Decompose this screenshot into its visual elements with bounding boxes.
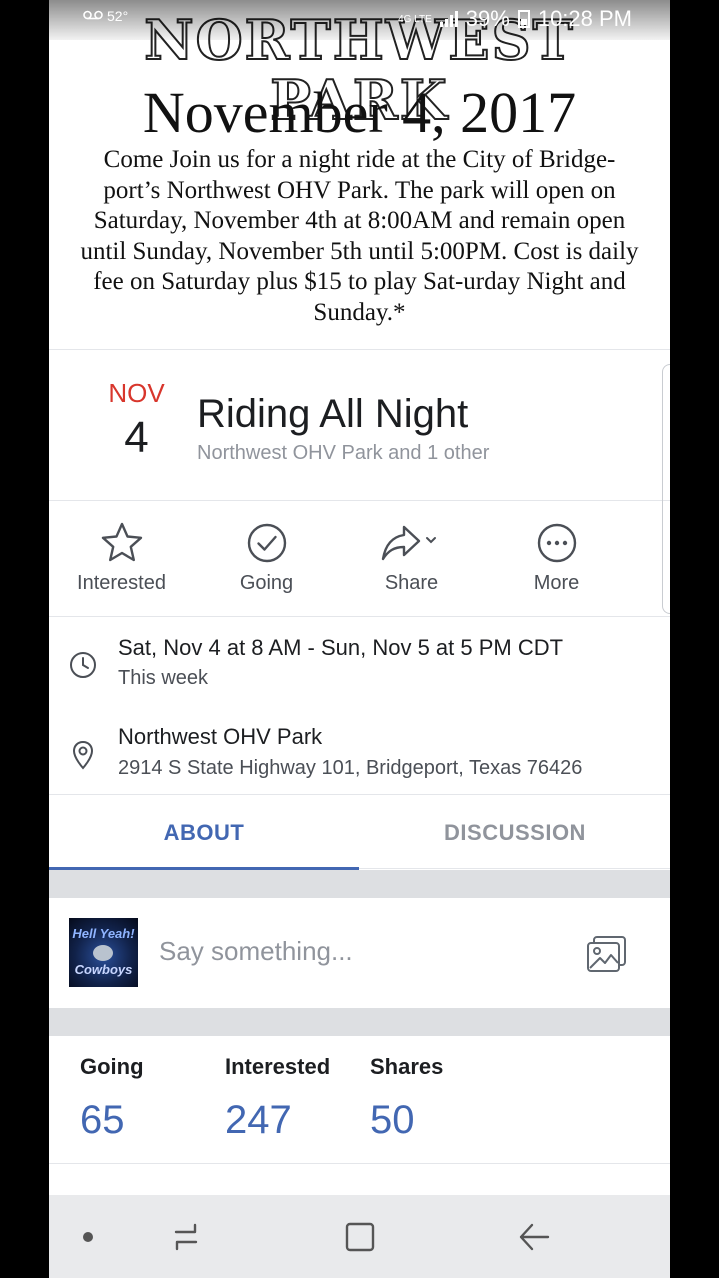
event-actions: Interested Going Share More bbox=[49, 501, 670, 617]
location-address: 2914 S State Highway 101, Bridgeport, Te… bbox=[118, 757, 583, 779]
tab-discussion[interactable]: DISCUSSION bbox=[360, 795, 670, 869]
voicemail-icon bbox=[83, 8, 103, 24]
stat-shares-value: 50 bbox=[370, 1098, 415, 1142]
post-composer: Hell Yeah! Cowboys bbox=[49, 898, 670, 1008]
stat-interested-label: Interested bbox=[225, 1054, 331, 1079]
event-title: Riding All Night bbox=[197, 392, 469, 436]
back-arrow-icon[interactable] bbox=[79, 64, 119, 100]
stat-shares-label: Shares bbox=[370, 1054, 444, 1079]
location-name: Northwest OHV Park bbox=[118, 724, 323, 749]
more-dots-icon bbox=[535, 521, 579, 565]
cover-date: November 4, 2017 bbox=[142, 80, 577, 145]
event-cover-image[interactable]: NORTHWEST PARK November 4, 2017 Come Joi… bbox=[49, 0, 670, 349]
tab-about[interactable]: ABOUT bbox=[49, 795, 359, 870]
going-button[interactable]: Going bbox=[194, 501, 339, 617]
event-time-relative: This week bbox=[118, 667, 209, 689]
cover-description: Come Join us for a night ride at the Cit… bbox=[80, 146, 639, 326]
signal-icon bbox=[439, 11, 458, 27]
stat-shares[interactable]: Shares 50 bbox=[370, 1054, 443, 1143]
event-header: NOV 4 Riding All Night Northwest OHV Par… bbox=[49, 349, 670, 501]
star-icon bbox=[100, 521, 144, 565]
back-button-icon[interactable] bbox=[512, 1215, 556, 1259]
event-details: Sat, Nov 4 at 8 AM - Sun, Nov 5 at 5 PM … bbox=[49, 617, 670, 795]
event-tabs: ABOUT DISCUSSION bbox=[49, 795, 670, 870]
system-nav-bar bbox=[49, 1195, 670, 1278]
avatar-text-bottom: Cowboys bbox=[74, 962, 133, 977]
battery-icon bbox=[517, 10, 530, 28]
stat-going-value: 65 bbox=[80, 1098, 125, 1142]
section-divider bbox=[49, 1008, 670, 1036]
event-month: NOV bbox=[108, 378, 165, 408]
check-circle-icon bbox=[245, 521, 289, 565]
event-location-row[interactable]: Northwest OHV Park 2914 S State Highway … bbox=[49, 707, 670, 795]
event-time: Sat, Nov 4 at 8 AM - Sun, Nov 5 at 5 PM … bbox=[118, 635, 564, 660]
home-button-icon[interactable] bbox=[338, 1215, 382, 1259]
avatar-helmet-icon bbox=[93, 945, 113, 961]
going-label: Going bbox=[239, 572, 294, 594]
battery-percent: 39% bbox=[465, 6, 510, 31]
stat-interested-value: 247 bbox=[225, 1098, 292, 1142]
share-label: Share bbox=[384, 572, 439, 594]
interested-button[interactable]: Interested bbox=[49, 501, 194, 617]
more-label: More bbox=[533, 572, 580, 594]
event-page: NORTHWEST PARK November 4, 2017 Come Joi… bbox=[49, 0, 670, 1278]
say-something-input[interactable] bbox=[159, 936, 559, 967]
event-time-row[interactable]: Sat, Nov 4 at 8 AM - Sun, Nov 5 at 5 PM … bbox=[49, 617, 670, 707]
share-button[interactable]: Share bbox=[339, 501, 484, 617]
clock-icon bbox=[67, 649, 99, 681]
share-arrow-icon bbox=[379, 521, 445, 565]
status-bar: 52° 4G LTE 39% 10:28 PM bbox=[49, 0, 670, 40]
network-type: 4G LTE bbox=[398, 13, 432, 25]
stat-going-label: Going bbox=[80, 1054, 144, 1079]
location-pin-icon bbox=[67, 739, 99, 771]
event-day: 4 bbox=[124, 413, 149, 462]
avatar[interactable]: Hell Yeah! Cowboys bbox=[69, 918, 138, 987]
section-divider bbox=[49, 870, 670, 898]
temperature: 52° bbox=[107, 8, 129, 24]
stat-going[interactable]: Going 65 bbox=[80, 1054, 144, 1143]
stat-interested[interactable]: Interested 247 bbox=[225, 1054, 330, 1143]
photo-icon[interactable] bbox=[585, 934, 629, 974]
home-dot-icon[interactable] bbox=[66, 1215, 110, 1259]
recent-apps-icon[interactable] bbox=[164, 1215, 208, 1259]
clock: 10:28 PM bbox=[537, 6, 632, 31]
interested-label: Interested bbox=[77, 572, 166, 594]
avatar-text-top: Hell Yeah! bbox=[72, 926, 135, 941]
event-hosts-link[interactable]: Northwest OHV Park and 1 other bbox=[197, 442, 489, 465]
event-date-badge: NOV 4 bbox=[89, 378, 184, 464]
more-button[interactable]: More bbox=[484, 501, 629, 617]
event-stats: Going 65 Interested 247 Shares 50 bbox=[49, 1036, 670, 1164]
